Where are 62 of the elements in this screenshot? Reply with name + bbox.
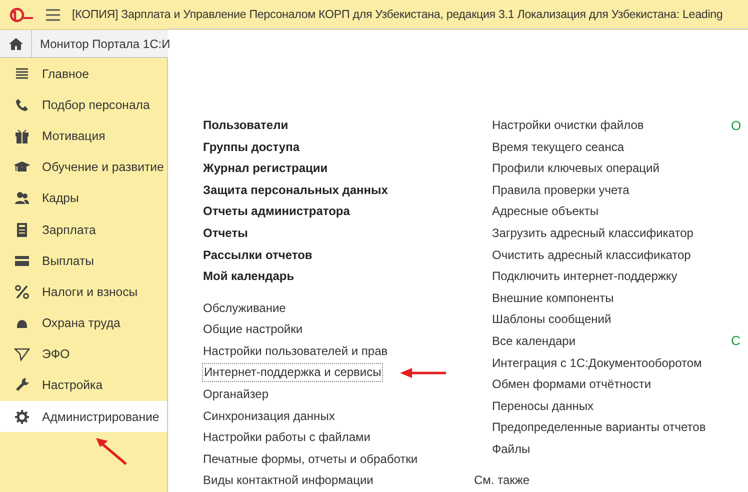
paper-plane-icon [14,346,30,362]
see-also-label: См. также [473,472,530,490]
sidebar-item[interactable]: Обучение и развитие [0,152,167,183]
link[interactable]: Профили ключевых операций [491,158,660,180]
link[interactable]: Правила проверки учета [491,180,630,202]
link[interactable]: Предопределенные варианты отчетов [491,417,706,439]
link[interactable]: Загрузить адресный классификатор [491,222,694,245]
sidebar-item[interactable]: ЭФО [0,338,167,370]
sidebar-item[interactable]: Администрирование [0,401,167,432]
link[interactable]: Адресные объекты [491,201,598,223]
link[interactable]: Переносы данных [491,396,594,418]
list-icon [14,66,30,82]
link[interactable]: Очистить адресный классификатор [491,244,691,266]
section-heading: О [731,117,742,135]
percent-icon [14,284,30,300]
settings-icon [14,408,30,425]
sidebar-item[interactable]: Охрана труда [0,308,167,339]
window-title: [КОПИЯ] Зарплата и Управление Персоналом КОРП для Узбекистана, редакция 3.1 Локализация для Узбекистана: Leading [72,8,723,21]
link[interactable]: Органайзер [203,384,269,406]
link[interactable]: Все календари [491,330,576,353]
link[interactable]: Подключить интернет-поддержку [491,266,678,288]
sidebar-item[interactable]: Подбор персонала [0,89,167,120]
bold-link[interactable]: Отчеты администратора [203,201,350,223]
link[interactable]: Общие настройки [203,319,303,341]
link[interactable]: Интеграция с 1С:Документооборотом [491,352,702,374]
link[interactable]: Настройки очистки файлов [491,115,644,137]
logo-icon [8,6,34,22]
wrench-icon [14,377,30,394]
bold-link[interactable]: Группы доступа [203,136,300,158]
sidebar-item[interactable]: Настройка [0,370,167,402]
link[interactable]: Время текущего сеанса [491,136,624,158]
link[interactable]: Файлы [491,438,530,460]
bold-link[interactable]: Пользователи [203,115,288,137]
sidebar-item[interactable]: Главное [0,58,167,90]
gift-icon [14,128,30,144]
link[interactable]: Интернет-поддержка и сервисы [203,364,382,382]
bold-link[interactable]: Журнал регистрации [203,158,328,180]
calculator-icon [14,222,30,238]
home-icon [8,38,22,50]
link[interactable]: Синхронизация данных [203,406,335,428]
sidebar-item[interactable]: Кадры [0,182,167,214]
link[interactable]: Обмен формами отчётности [491,374,652,396]
link[interactable]: Настройки пользователей и прав [203,340,388,362]
link[interactable]: Внешние компоненты [491,288,614,310]
people-icon [14,190,30,206]
sidebar-item[interactable]: Выплаты [0,245,167,276]
bold-link[interactable]: Отчеты [203,222,248,245]
menu-icon[interactable] [46,8,60,20]
bold-link[interactable]: Защита персональных данных [203,180,388,202]
bold-link[interactable]: Мой календарь [203,266,294,288]
sidebar-item[interactable]: Мотивация [0,120,167,152]
sidebar-item[interactable]: Налоги и взносы [0,276,167,308]
link[interactable]: Виды контактной информации [203,470,374,492]
sidebar-item[interactable]: Зарплата [0,214,167,246]
link[interactable]: Печатные формы, отчеты и обработки [203,448,418,470]
link[interactable]: Шаблоны сообщений [491,309,612,331]
pointer-arrow [400,368,446,378]
bold-link[interactable]: Рассылки отчетов [203,244,312,266]
section-heading: С [731,332,742,350]
link[interactable]: Настройки работы с файлами [203,427,370,449]
link[interactable]: Обслуживание [203,298,286,320]
phone-icon [14,96,30,113]
